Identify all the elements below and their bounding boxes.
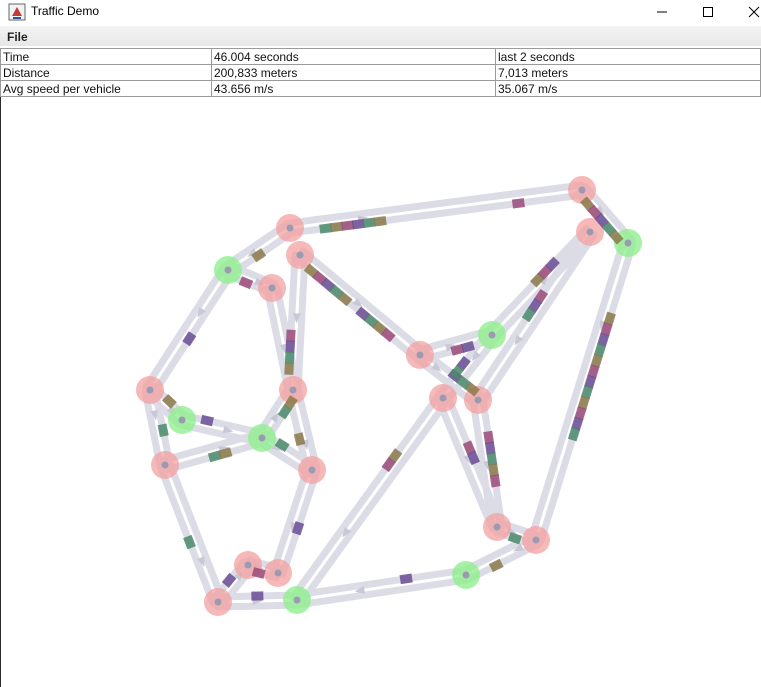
junction-node: [296, 251, 304, 259]
junction-node: [161, 461, 169, 469]
vehicle: [251, 591, 264, 601]
junction-node: [586, 228, 594, 236]
stat-label: Distance: [0, 64, 212, 81]
junction-node: [286, 224, 294, 232]
road-lane: [156, 463, 217, 608]
junction-node: [488, 331, 496, 339]
java-cup-icon: [8, 3, 26, 21]
vehicle: [200, 414, 214, 427]
minimize-icon: [656, 6, 668, 18]
junction-node: [462, 571, 470, 579]
stat-total: 43.656 m/s: [211, 80, 496, 97]
junction-node: [268, 284, 276, 292]
traffic-canvas[interactable]: [0, 97, 761, 687]
junction-node: [308, 466, 316, 474]
menu-file[interactable]: File: [7, 30, 28, 44]
junction-node: [532, 536, 540, 544]
stat-recent: 7,013 meters: [495, 64, 761, 81]
stats-row-distance: Distance 200,833 meters 7,013 meters: [0, 64, 761, 81]
road-lane: [294, 251, 309, 394]
road-lane: [150, 269, 236, 397]
junction-node: [258, 434, 266, 442]
junction-node: [289, 386, 297, 394]
vehicle: [284, 351, 295, 364]
junction-node: [439, 394, 447, 402]
road-lane: [166, 459, 227, 604]
vehicle: [286, 329, 296, 342]
stats-table: Time 46.004 seconds last 2 seconds Dista…: [0, 48, 761, 97]
vehicle: [567, 427, 581, 442]
stat-total: 200,833 meters: [211, 64, 496, 81]
minimize-button[interactable]: [639, 0, 685, 24]
vehicle: [511, 198, 525, 209]
window-title: Traffic Demo: [31, 4, 100, 18]
traffic-map: [136, 176, 642, 616]
stat-label: Time: [0, 48, 212, 65]
road-lane: [142, 263, 228, 391]
vehicle: [157, 423, 169, 438]
junction-node: [146, 386, 154, 394]
vehicle: [399, 573, 413, 585]
title-bar: Traffic Demo: [0, 0, 761, 24]
junction-node: [416, 351, 424, 359]
close-button[interactable]: [731, 0, 761, 24]
junction-node: [178, 416, 186, 424]
vehicle: [293, 432, 306, 447]
junction-node: [274, 569, 282, 577]
stat-recent: last 2 seconds: [495, 48, 761, 65]
junction-node: [474, 396, 482, 404]
vehicle: [489, 474, 501, 488]
menu-bar: File: [0, 26, 761, 46]
road-lane: [289, 391, 443, 601]
stat-label: Avg speed per vehicle: [0, 80, 212, 97]
stats-row-time: Time 46.004 seconds last 2 seconds: [0, 48, 761, 65]
junction-node: [224, 266, 232, 274]
junction-node: [293, 596, 301, 604]
junction-node: [244, 561, 252, 569]
maximize-button[interactable]: [685, 0, 731, 24]
road-lane: [299, 247, 427, 355]
maximize-icon: [702, 6, 714, 18]
vehicle: [373, 216, 387, 227]
junction-node: [624, 239, 632, 247]
stats-row-speed: Avg speed per vehicle 43.656 m/s 35.067 …: [0, 80, 761, 97]
close-icon: [748, 6, 760, 18]
vehicle: [285, 340, 296, 353]
junction-node: [214, 598, 222, 606]
vehicle: [284, 362, 294, 375]
stat-total: 46.004 seconds: [211, 48, 496, 65]
junction-node: [578, 186, 586, 194]
stat-recent: 35.067 m/s: [495, 80, 761, 97]
junction-node: [493, 523, 501, 531]
